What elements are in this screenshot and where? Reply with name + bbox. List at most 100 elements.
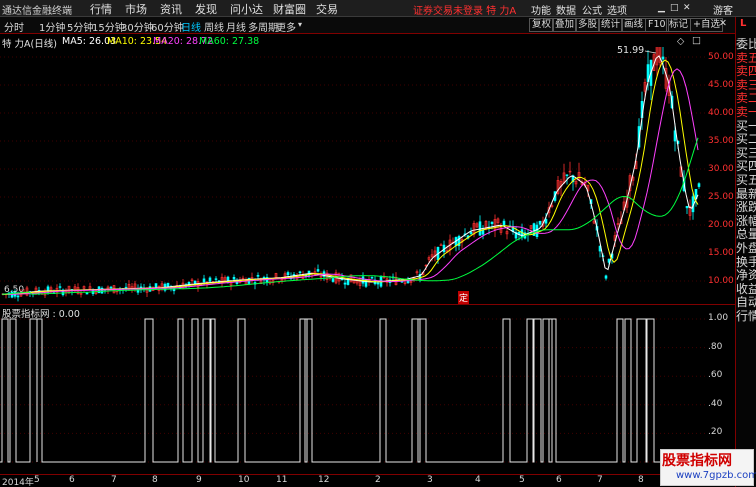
- menu-options[interactable]: 选项: [607, 2, 627, 17]
- period-daily[interactable]: 日线: [181, 19, 201, 34]
- menu-ask[interactable]: 问小达: [230, 1, 263, 17]
- menu-news[interactable]: 资讯: [160, 1, 182, 17]
- period-60min[interactable]: 60分钟: [151, 19, 184, 34]
- menu-quotes[interactable]: 行情: [90, 1, 112, 17]
- x-tick-label: 5: [519, 475, 525, 485]
- price-tick-label: 25.00: [708, 192, 734, 202]
- x-tick-label: 11: [276, 475, 288, 485]
- candle-body: [331, 278, 335, 282]
- draw-line-button[interactable]: 画线: [621, 18, 647, 32]
- ma20-line: [1, 68, 699, 295]
- menu-data[interactable]: 数据: [556, 2, 576, 17]
- adjust-button[interactable]: 复权: [529, 18, 555, 32]
- sidebar-item[interactable]: 卖二: [736, 92, 756, 105]
- menu-discover[interactable]: 发现: [195, 1, 217, 17]
- diamond-icon[interactable]: ◇: [677, 36, 684, 47]
- candle-body: [316, 269, 320, 272]
- close-icon[interactable]: ✕: [683, 3, 691, 13]
- candle-body: [109, 286, 113, 289]
- period-30min[interactable]: 30分钟: [121, 19, 154, 34]
- period-monthly[interactable]: 月线: [226, 19, 246, 34]
- menu-market[interactable]: 市场: [125, 1, 147, 17]
- candle-body: [502, 220, 506, 226]
- period-timeshare[interactable]: 分时: [4, 19, 24, 34]
- candle-body: [256, 275, 260, 277]
- chevron-down-icon[interactable]: ▾: [298, 20, 302, 29]
- indicator-chart[interactable]: [0, 316, 735, 474]
- sidebar-item[interactable]: 最新: [736, 188, 756, 201]
- menu-trade[interactable]: 交易: [316, 1, 338, 17]
- candle-body: [232, 276, 236, 280]
- period-weekly[interactable]: 周线: [204, 19, 224, 34]
- sidebar-item[interactable]: 卖一: [736, 106, 756, 119]
- sidebar-marker: L: [740, 18, 747, 29]
- price-high-mark: 51.99: [617, 45, 645, 56]
- candle-body: [685, 205, 689, 209]
- sidebar-item[interactable]: 卖五: [736, 52, 756, 65]
- ma60-label: MA60: 27.38: [199, 36, 260, 47]
- x-tick-label: 7: [597, 475, 603, 485]
- period-15min[interactable]: 15分钟: [92, 19, 125, 34]
- sidebar-item[interactable]: 买二: [736, 133, 756, 146]
- sidebar-item[interactable]: 收益: [736, 283, 756, 296]
- candle-body: [490, 221, 494, 224]
- candle-body: [661, 56, 665, 60]
- indicator-tick-label: .40: [708, 398, 723, 409]
- price-low-mark: 6.50: [4, 285, 25, 295]
- x-tick-label: 6: [69, 475, 75, 485]
- price-tick-label: 40.00: [708, 108, 734, 118]
- sidebar-item[interactable]: 净资: [736, 269, 756, 282]
- sidebar-item[interactable]: 换手: [736, 256, 756, 269]
- period-5min[interactable]: 5分钟: [67, 19, 93, 34]
- sidebar-item[interactable]: 卖四: [736, 65, 756, 78]
- close-icon[interactable]: ✕: [717, 18, 729, 32]
- candle-body: [469, 231, 473, 235]
- x-tick-label: 9: [196, 475, 202, 485]
- panel-divider: [0, 304, 735, 305]
- period-more[interactable]: 更多: [276, 19, 296, 34]
- menu-formula[interactable]: 公式: [582, 2, 602, 17]
- candle-body: [544, 219, 548, 224]
- maximize-icon[interactable]: □: [670, 3, 679, 13]
- price-tick-label: 15.00: [708, 248, 734, 258]
- x-tick-label: 2: [375, 475, 381, 485]
- period-1min[interactable]: 1分钟: [39, 19, 65, 34]
- menu-function[interactable]: 功能: [531, 2, 551, 17]
- sidebar-item[interactable]: 涨幅: [736, 215, 756, 228]
- login-notice[interactable]: 证券交易未登录 特 力A: [413, 2, 516, 17]
- candle-body: [565, 174, 569, 176]
- overlay-button[interactable]: 叠加: [552, 18, 578, 32]
- sidebar-item[interactable]: 买一: [736, 120, 756, 133]
- sidebar-item[interactable]: 自动: [736, 296, 756, 309]
- sidebar-item[interactable]: 外盘: [736, 242, 756, 255]
- price-tick-label: 30.00: [708, 164, 734, 174]
- minimize-icon[interactable]: ▁: [658, 3, 665, 13]
- sidebar-item[interactable]: 涨跌: [736, 201, 756, 214]
- stats-button[interactable]: 统计: [598, 18, 624, 32]
- x-tick-label: 4: [475, 475, 481, 485]
- multi-stock-button[interactable]: 多股: [575, 18, 601, 32]
- price-chart[interactable]: [0, 47, 735, 305]
- candle-body: [85, 292, 89, 295]
- sidebar-item[interactable]: 总量: [736, 228, 756, 241]
- sidebar-item[interactable]: 行情: [736, 310, 756, 323]
- watermark-title: 股票指标网: [662, 453, 732, 469]
- price-tick-label: 50.00: [708, 52, 734, 62]
- price-tick-label: 10.00: [708, 276, 734, 286]
- mark-button[interactable]: 标记: [666, 18, 692, 32]
- sidebar-item[interactable]: 委比: [736, 38, 756, 51]
- sidebar-item[interactable]: 买三: [736, 147, 756, 160]
- sidebar-item[interactable]: 买四: [736, 160, 756, 173]
- user-name[interactable]: 游客: [713, 2, 733, 17]
- price-tick-label: 45.00: [708, 80, 734, 90]
- menu-wealth[interactable]: 财富圈: [273, 1, 306, 17]
- square-icon[interactable]: □: [692, 35, 701, 46]
- candle-body: [58, 286, 62, 288]
- candle-body: [202, 278, 206, 283]
- period-multi[interactable]: 多周期: [248, 19, 278, 34]
- sidebar-item[interactable]: 买五: [736, 174, 756, 187]
- sidebar-item[interactable]: 卖三: [736, 79, 756, 92]
- candle-body: [697, 183, 701, 187]
- fixed-mark: 定: [458, 291, 470, 304]
- indicator-tick-label: .20: [708, 427, 723, 438]
